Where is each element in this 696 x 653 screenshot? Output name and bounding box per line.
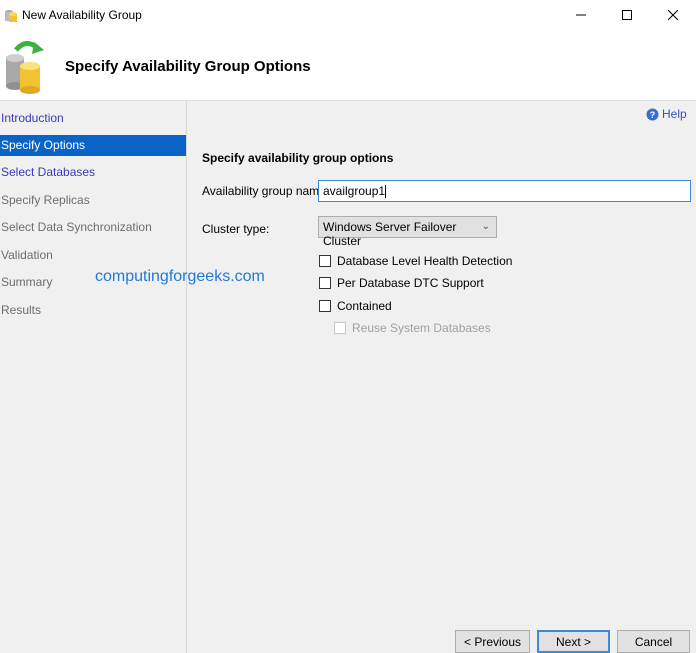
availability-group-icon	[4, 38, 50, 94]
text-caret	[385, 185, 386, 198]
nav-item-introduction[interactable]: Introduction	[0, 108, 186, 129]
checkbox-box[interactable]	[319, 277, 331, 289]
minimize-icon	[576, 10, 586, 20]
checkbox-box	[334, 322, 346, 334]
group-name-value: availgroup1	[323, 184, 385, 198]
help-icon: ?	[646, 108, 659, 121]
nav-item-results: Results	[0, 300, 186, 321]
close-icon	[668, 10, 678, 20]
contained-checkbox[interactable]: Contained	[319, 299, 392, 313]
cluster-type-label: Cluster type:	[202, 222, 269, 236]
app-icon	[4, 7, 18, 23]
nav-item-specify-replicas: Specify Replicas	[0, 190, 186, 211]
checkbox-label: Contained	[337, 299, 392, 313]
maximize-icon	[622, 10, 632, 20]
db-health-detection-checkbox[interactable]: Database Level Health Detection	[319, 254, 512, 268]
nav-item-specify-options[interactable]: Specify Options	[0, 135, 186, 156]
nav-item-select-databases[interactable]: Select Databases	[0, 162, 186, 183]
cluster-type-select[interactable]: Windows Server Failover Cluster⌄	[318, 216, 497, 238]
help-link[interactable]: ? Help	[646, 107, 687, 121]
checkbox-label: Database Level Health Detection	[337, 254, 512, 268]
chevron-down-icon: ⌄	[482, 221, 490, 232]
svg-text:?: ?	[650, 110, 656, 120]
cancel-button[interactable]: Cancel	[617, 630, 690, 653]
cluster-type-value: Windows Server Failover Cluster	[323, 220, 456, 248]
watermark-text: computingforgeeks.com	[95, 268, 265, 286]
next-button[interactable]: Next >	[537, 630, 610, 653]
checkbox-label: Per Database DTC Support	[337, 276, 484, 290]
wizard-header: Specify Availability Group Options	[0, 30, 696, 101]
window-title: New Availability Group	[22, 8, 142, 22]
minimize-button[interactable]	[558, 0, 604, 30]
checkbox-label: Reuse System Databases	[352, 321, 491, 335]
group-name-label: Availability group name:	[202, 184, 329, 198]
section-title: Specify availability group options	[202, 151, 393, 165]
previous-button[interactable]: < Previous	[455, 630, 530, 653]
title-bar: New Availability Group	[0, 0, 696, 30]
group-name-input[interactable]: availgroup1	[318, 180, 691, 202]
nav-item-select-data-sync: Select Data Synchronization	[0, 217, 186, 238]
nav-item-validation: Validation	[0, 245, 186, 266]
dtc-support-checkbox[interactable]: Per Database DTC Support	[319, 276, 484, 290]
checkbox-box[interactable]	[319, 255, 331, 267]
close-button[interactable]	[650, 0, 696, 30]
help-label: Help	[662, 107, 687, 121]
checkbox-box[interactable]	[319, 300, 331, 312]
reuse-system-db-checkbox: Reuse System Databases	[334, 321, 491, 335]
maximize-button[interactable]	[604, 0, 650, 30]
page-title: Specify Availability Group Options	[65, 58, 311, 75]
wizard-nav: Introduction Specify Options Select Data…	[0, 101, 187, 653]
